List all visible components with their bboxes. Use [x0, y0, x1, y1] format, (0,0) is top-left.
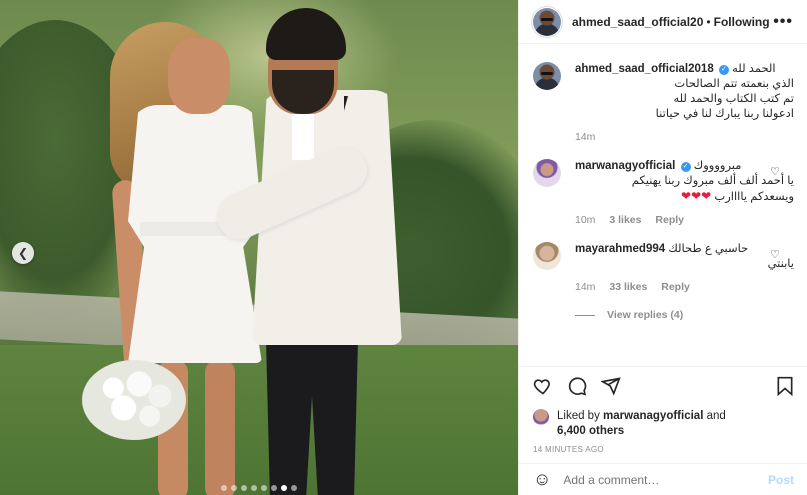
comment-line-with-hearts: ويسعدكم ياااارب ❤❤❤ — [575, 189, 794, 205]
action-bar — [519, 367, 807, 409]
carousel-dots — [0, 485, 518, 491]
avatar[interactable] — [533, 62, 561, 90]
carousel-dot — [291, 485, 297, 491]
caption-line: تم كتب الكتاب والحمد لله — [673, 93, 794, 105]
comment-line: ويسعدكم ياااارب — [714, 191, 794, 203]
header-username[interactable]: ahmed_saad_official20 — [572, 15, 703, 29]
heart-emoji: ❤❤❤ — [681, 189, 712, 203]
carousel-dot — [241, 485, 247, 491]
bookmark-icon[interactable] — [776, 376, 794, 400]
emoji-icon[interactable]: ☺ — [533, 469, 551, 490]
comment-line: مبرووووك — [693, 160, 742, 172]
comment-time[interactable]: 10m — [575, 214, 595, 226]
caption-username[interactable]: ahmed_saad_official2018 — [575, 63, 714, 75]
post-media[interactable]: ❮ — [0, 0, 518, 495]
comment-line: يابنتي — [767, 258, 794, 270]
comment-line: حاسبي ع طحالك — [668, 243, 749, 255]
carousel-dot — [281, 485, 287, 491]
post-header: ahmed_saad_official20 • Following ••• — [519, 0, 807, 44]
following-button[interactable]: Following — [714, 15, 770, 29]
post-timestamp[interactable]: 14 MINUTES AGO — [519, 439, 807, 454]
background-grass — [0, 345, 518, 495]
bride-leg — [205, 360, 235, 495]
more-icon[interactable]: ••• — [773, 13, 793, 31]
caption-time[interactable]: 14m — [575, 131, 595, 143]
view-replies-label: View replies (4) — [607, 309, 684, 321]
post-button[interactable]: Post — [768, 473, 794, 487]
comment-input[interactable] — [563, 472, 768, 487]
avatar[interactable] — [533, 409, 549, 425]
chevron-left-icon: ❮ — [17, 246, 29, 260]
liked-by-prefix: Liked by — [557, 410, 600, 422]
avatar[interactable] — [533, 159, 561, 187]
share-icon[interactable] — [600, 376, 621, 400]
caption-line: الذي بنعمته تتم الصالحات — [674, 78, 794, 90]
heart-icon[interactable] — [533, 376, 553, 400]
comment-username[interactable]: mayarahmed994 — [575, 243, 665, 255]
liked-by-and: and — [706, 410, 726, 422]
comments-list: ahmed_saad_official2018 ✓ الحمد لله الذي… — [519, 62, 807, 321]
comment-likes[interactable]: 33 likes — [609, 281, 647, 293]
liked-by: Liked by marwanagyofficial and 6,400 oth… — [519, 409, 807, 439]
comment-username[interactable]: marwanagyofficial — [575, 160, 675, 172]
carousel-dot — [271, 485, 277, 491]
bouquet — [82, 360, 186, 440]
comment-likes[interactable]: 3 likes — [609, 214, 641, 226]
caption: ahmed_saad_official2018 ✓ الحمد لله الذي… — [533, 62, 794, 145]
verified-badge-icon: ✓ — [680, 162, 691, 172]
caption-line: الحمد لله — [732, 63, 776, 75]
avatar[interactable] — [533, 7, 561, 36]
liked-by-user[interactable]: marwanagyofficial — [603, 410, 703, 422]
reply-button[interactable]: Reply — [655, 214, 684, 226]
verified-badge-icon: ✓ — [718, 65, 729, 75]
bride-face — [168, 38, 230, 114]
add-comment-bar: ☺ Post — [519, 463, 807, 495]
comment-icon[interactable] — [567, 376, 587, 400]
post-sidebar: ahmed_saad_official20 • Following ••• ah… — [518, 0, 807, 495]
comment: marwanagyofficial ✓ مبرووووك يا أحمد ألف… — [533, 159, 794, 228]
carousel-dot — [251, 485, 257, 491]
comment-time[interactable]: 14m — [575, 281, 595, 293]
avatar[interactable] — [533, 242, 561, 270]
caption-line: ادعولنا ربنا يبارك لنا في حياتنا — [655, 108, 794, 120]
view-replies-button[interactable]: View replies (4) — [575, 309, 794, 321]
post-actions: Liked by marwanagyofficial and 6,400 oth… — [519, 366, 807, 489]
carousel-dot — [261, 485, 267, 491]
heart-outline-icon[interactable]: ♡ — [770, 165, 780, 178]
reply-button[interactable]: Reply — [661, 281, 690, 293]
header-separator: • — [706, 14, 711, 29]
liked-by-others[interactable]: 6,400 others — [557, 425, 624, 437]
comment: mayarahmed994 حاسبي ع طحالك يابنتي 14m 3… — [533, 242, 794, 295]
carousel-dot — [221, 485, 227, 491]
comment-line: يا أحمد ألف ألف مبروك ربنا يهنيكم — [631, 175, 794, 187]
divider — [575, 314, 595, 316]
carousel-prev-button[interactable]: ❮ — [12, 242, 34, 264]
heart-outline-icon[interactable]: ♡ — [770, 248, 780, 261]
carousel-dot — [231, 485, 237, 491]
